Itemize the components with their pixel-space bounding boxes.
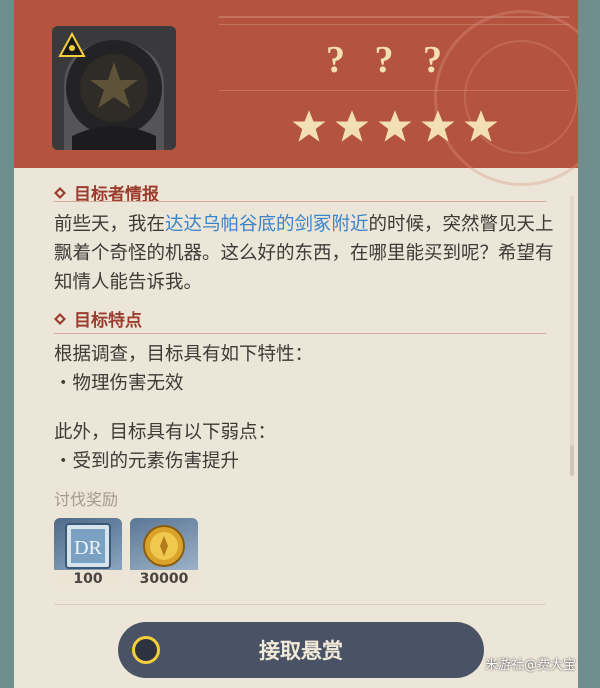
section-divider <box>54 333 546 334</box>
section-heading-label: 目标特点 <box>74 311 142 331</box>
star-icon <box>335 110 369 142</box>
diamond-bullet-icon <box>54 312 66 325</box>
diamond-bullet-icon <box>54 186 66 199</box>
rewards-label: 讨伐奖励 <box>54 490 119 509</box>
watermark: 米游社@费大宝 <box>485 658 577 673</box>
header-line-top <box>219 16 569 18</box>
reward-count: 100 <box>54 570 122 588</box>
header-line-mid <box>219 90 569 91</box>
warning-triangle-icon <box>58 32 86 57</box>
star-icon <box>464 110 498 142</box>
header-line-top2 <box>219 24 569 25</box>
target-description: 前些天，我在达达乌帕谷底的剑冢附近的时候，突然瞥见天上飘着个奇怪的机器。这么好的… <box>54 210 554 297</box>
target-portrait <box>52 26 176 150</box>
star-icon <box>421 110 455 142</box>
footer-divider <box>54 604 546 605</box>
card-icon: DR <box>54 518 122 572</box>
star-icon <box>378 110 412 142</box>
section-heading-traits: 目标特点 <box>54 306 142 331</box>
scrollbar-thumb[interactable] <box>570 196 574 446</box>
svg-text:DR: DR <box>74 537 102 559</box>
reward-item[interactable]: DR 100 <box>54 518 122 588</box>
location-highlight: 达达乌帕谷底的剑冢附近 <box>165 214 369 235</box>
bounty-panel: ? ? ? 目标者情报 前些天，我在达达乌帕谷底的剑冢附近的时候，突然瞥见天上飘… <box>14 0 578 688</box>
mora-coin-icon <box>130 518 198 572</box>
ring-icon <box>132 636 160 664</box>
difficulty-stars <box>290 108 500 144</box>
scrollbar[interactable] <box>570 196 574 476</box>
reward-item[interactable]: 30000 <box>130 518 198 588</box>
weakness-line: 此外，目标具有以下弱点： <box>54 422 277 443</box>
traits-line: 根据调查，目标具有如下特性： <box>54 344 314 365</box>
description-text: 前些天，我在 <box>54 214 166 235</box>
section-divider <box>54 201 546 202</box>
header-banner: ? ? ? <box>14 0 578 186</box>
accept-bounty-button[interactable]: 接取悬赏 <box>118 622 484 678</box>
star-icon <box>292 110 326 142</box>
target-name: ? ? ? <box>326 39 452 81</box>
weakness-line: ・受到的元素伤害提升 <box>54 451 240 472</box>
accept-button-label: 接取悬赏 <box>259 639 343 663</box>
traits-line: ・物理伤害无效 <box>54 373 184 394</box>
reward-count: 30000 <box>130 570 198 588</box>
